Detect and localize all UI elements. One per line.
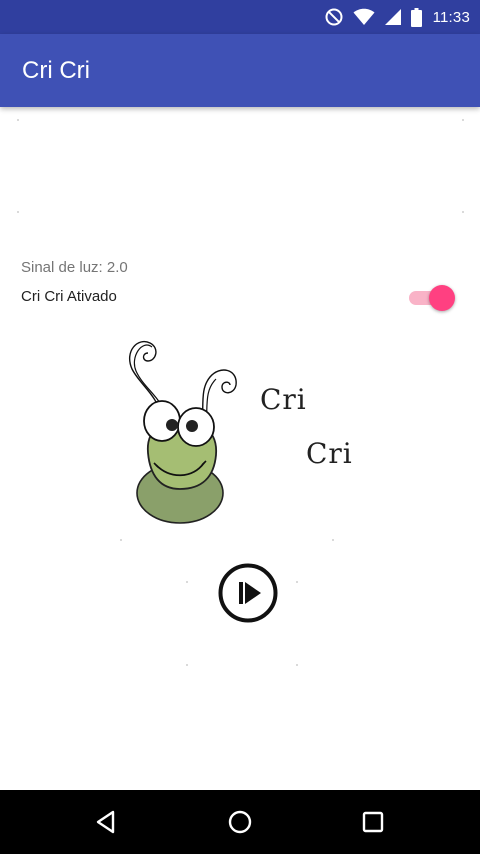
back-button[interactable]	[66, 790, 146, 854]
app-bar: Cri Cri	[0, 34, 480, 107]
play-button[interactable]	[218, 563, 278, 623]
app-title: Cri Cri	[22, 57, 90, 84]
do-not-disturb-icon	[324, 7, 344, 27]
cri-cri-switch-row[interactable]: Cri Cri Ativado	[21, 285, 459, 311]
decorative-dot	[17, 119, 19, 121]
status-icons: 11:33	[324, 0, 470, 34]
battery-icon	[410, 7, 422, 27]
logo-text-cri-1: Cri	[260, 383, 307, 416]
decorative-dot	[186, 581, 188, 583]
decorative-dot	[296, 664, 298, 666]
home-icon	[228, 810, 252, 834]
nav-bar	[0, 790, 480, 854]
status-bar: 11:33	[0, 0, 480, 34]
recents-icon	[362, 811, 384, 833]
switch-thumb	[429, 285, 455, 311]
home-button[interactable]	[200, 790, 280, 854]
switch-label: Cri Cri Ativado	[21, 288, 117, 305]
decorative-dot	[462, 119, 464, 121]
left-pupil	[166, 419, 178, 431]
decorative-dot	[296, 581, 298, 583]
cricket-image: Cri Cri	[120, 335, 360, 530]
cri-cri-toggle[interactable]	[409, 285, 455, 311]
decorative-dot	[186, 664, 188, 666]
right-pupil	[186, 420, 198, 432]
decorative-dot	[17, 211, 19, 213]
cricket-drawing	[129, 340, 237, 524]
back-icon	[96, 810, 115, 834]
main-content: Sinal de luz: 2.0 Cri Cri Ativado Cri Cr…	[0, 107, 480, 790]
decorative-dot	[332, 539, 334, 541]
logo-text-cri-2: Cri	[306, 437, 353, 470]
recents-button[interactable]	[333, 790, 413, 854]
decorative-dot	[462, 211, 464, 213]
wifi-icon	[353, 8, 375, 26]
status-time: 11:33	[432, 8, 470, 26]
light-signal-text: Sinal de luz: 2.0	[21, 259, 128, 276]
decorative-dot	[120, 539, 122, 541]
cell-signal-icon	[384, 8, 402, 26]
play-icon	[218, 563, 278, 623]
